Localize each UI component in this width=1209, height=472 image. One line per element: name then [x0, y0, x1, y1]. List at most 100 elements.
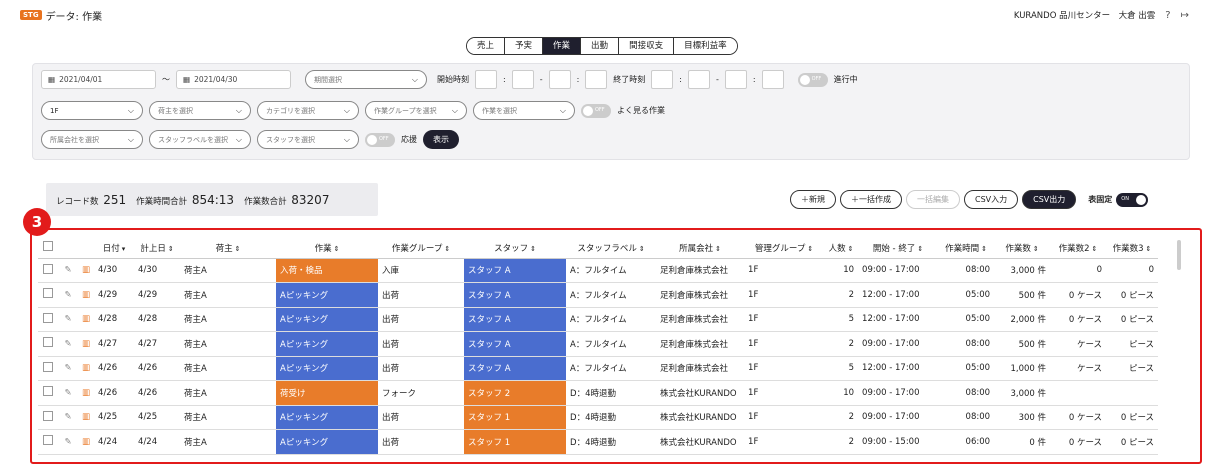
- company-select[interactable]: 所属会社を選択 ⌵: [41, 130, 143, 149]
- tab-attendance[interactable]: 出勤: [581, 38, 620, 54]
- logout-icon[interactable]: ↦: [1181, 10, 1189, 21]
- start-min-input[interactable]: [511, 70, 534, 89]
- period-select[interactable]: 期間選択 ⌵: [305, 70, 427, 89]
- floor-select[interactable]: 1F ⌵: [41, 101, 143, 120]
- table-row[interactable]: ✎ ▥ 4/28 4/28 荷主A Aピッキング 出荷 スタッフ A A：フルタイム 足利倉庫株式…: [38, 307, 1159, 332]
- tab-budget[interactable]: 予実: [505, 38, 544, 54]
- help-icon[interactable]: ?: [1165, 10, 1170, 21]
- csv-import-button[interactable]: CSV入力: [964, 190, 1019, 209]
- trash-icon[interactable]: ▥: [82, 314, 90, 324]
- trash-icon[interactable]: ▥: [82, 388, 90, 398]
- date-from-input[interactable]: ▦ 2021/04/01: [41, 70, 156, 89]
- tab-sales[interactable]: 売上: [467, 38, 506, 54]
- tab-work[interactable]: 作業: [543, 38, 582, 54]
- table-row[interactable]: ✎ ▥ 4/29 4/29 荷主A Aピッキング 出荷 スタッフ A A：フルタイム 足利倉庫株式…: [38, 282, 1159, 308]
- end-hour2-input[interactable]: [724, 70, 747, 89]
- edit-cell[interactable]: ✎: [58, 307, 78, 332]
- edit-icon[interactable]: ✎: [64, 437, 71, 447]
- edit-icon[interactable]: ✎: [64, 388, 71, 398]
- staff-label-select[interactable]: スタッフラベルを選択 ⌵: [149, 130, 251, 149]
- edit-icon[interactable]: ✎: [64, 363, 71, 373]
- table-row[interactable]: ✎ ▥ 4/30 4/30 荷主A 入荷・検品 入庫 スタッフ A A：フルタイム 足利倉庫株式会…: [38, 258, 1159, 283]
- end-min2-input[interactable]: [761, 70, 784, 89]
- row-checkbox[interactable]: [38, 331, 58, 357]
- edit-cell[interactable]: ✎: [58, 258, 78, 283]
- col-staff[interactable]: スタッフ ⇕: [464, 238, 567, 259]
- row-checkbox[interactable]: [38, 307, 58, 332]
- frequent-toggle[interactable]: OFF: [581, 103, 611, 118]
- col-shipper[interactable]: 荷主 ⇕: [180, 238, 277, 259]
- delete-cell[interactable]: ▥: [78, 282, 95, 308]
- edit-icon[interactable]: ✎: [64, 412, 71, 422]
- col-count2[interactable]: 作業数2 ⇕: [1050, 238, 1107, 259]
- edit-icon[interactable]: ✎: [64, 290, 71, 300]
- delete-cell[interactable]: ▥: [78, 307, 95, 332]
- tab-target[interactable]: 目標利益率: [674, 38, 737, 54]
- col-hours[interactable]: 作業時間 ⇕: [938, 238, 995, 259]
- col-count[interactable]: 作業数 ⇕: [994, 238, 1051, 259]
- tab-indirect[interactable]: 間接収支: [619, 38, 675, 54]
- trash-icon[interactable]: ▥: [82, 290, 90, 300]
- col-company[interactable]: 所属会社 ⇕: [656, 238, 745, 259]
- start-hour-input[interactable]: [475, 70, 497, 89]
- table-scrollbar[interactable]: [1177, 240, 1181, 270]
- end-min-input[interactable]: [688, 70, 710, 89]
- row-checkbox[interactable]: [38, 429, 58, 455]
- table-row[interactable]: ✎ ▥ 4/24 4/24 荷主A Aピッキング 出荷 スタッフ 1 D：4時退勤 株式会社KUR…: [38, 429, 1159, 455]
- table-row[interactable]: ✎ ▥ 4/26 4/26 荷主A Aピッキング 出荷 スタッフ A A：フルタイム 足利倉庫株式…: [38, 356, 1159, 381]
- table-row[interactable]: ✎ ▥ 4/27 4/27 荷主A Aピッキング 出荷 スタッフ A A：フルタイム 足利倉庫株式…: [38, 331, 1159, 357]
- col-staff-label[interactable]: スタッフラベル ⇕: [566, 238, 657, 259]
- new-button[interactable]: ＋新規: [790, 190, 836, 209]
- in-progress-toggle[interactable]: OFF: [797, 72, 828, 87]
- date-to-input[interactable]: ▦ 2021/04/30: [176, 70, 291, 89]
- row-checkbox[interactable]: [38, 380, 58, 406]
- edit-cell[interactable]: ✎: [58, 356, 78, 381]
- col-people[interactable]: 人数 ⇕: [824, 238, 859, 259]
- category-select[interactable]: カテゴリを選択 ⌵: [257, 101, 359, 120]
- delete-cell[interactable]: ▥: [78, 380, 95, 406]
- col-count3[interactable]: 作業数3 ⇕: [1106, 238, 1159, 259]
- edit-icon[interactable]: ✎: [64, 339, 71, 349]
- delete-cell[interactable]: ▥: [78, 331, 95, 357]
- row-checkbox[interactable]: [38, 405, 58, 430]
- shipper-select[interactable]: 荷主を選択 ⌵: [149, 101, 251, 120]
- row-checkbox[interactable]: [38, 356, 58, 381]
- col-mgmt-group[interactable]: 管理グループ ⇕: [744, 238, 825, 259]
- table-row[interactable]: ✎ ▥ 4/26 4/26 荷主A 荷受け フォーク スタッフ 2 D：4時退勤 株式会社KURA…: [38, 380, 1159, 406]
- work-select[interactable]: 作業を選択 ⌵: [473, 101, 575, 120]
- edit-icon[interactable]: ✎: [64, 314, 71, 324]
- csv-export-button[interactable]: CSV出力: [1022, 190, 1077, 209]
- edit-cell[interactable]: ✎: [58, 429, 78, 455]
- fixed-header-toggle[interactable]: ON: [1116, 192, 1149, 207]
- work-group-select[interactable]: 作業グループを選択 ⌵: [365, 101, 467, 120]
- col-date[interactable]: 日付 ▾: [94, 238, 135, 259]
- edit-cell[interactable]: ✎: [58, 380, 78, 406]
- end-hour-input[interactable]: [651, 70, 674, 89]
- delete-cell[interactable]: ▥: [78, 356, 95, 381]
- col-record-date[interactable]: 計上日 ⇕: [134, 238, 181, 259]
- row-checkbox[interactable]: [38, 282, 58, 308]
- start-hour2-input[interactable]: [548, 70, 571, 89]
- delete-cell[interactable]: ▥: [78, 429, 95, 455]
- col-time-range[interactable]: 開始 - 終了 ⇕: [858, 238, 939, 259]
- delete-cell[interactable]: ▥: [78, 405, 95, 430]
- table-row[interactable]: ✎ ▥ 4/25 4/25 荷主A Aピッキング 出荷 スタッフ 1 D：4時退勤 株式会社KUR…: [38, 405, 1159, 430]
- trash-icon[interactable]: ▥: [82, 363, 90, 373]
- staff-select[interactable]: スタッフを選択 ⌵: [257, 130, 359, 149]
- edit-cell[interactable]: ✎: [58, 405, 78, 430]
- edit-cell[interactable]: ✎: [58, 331, 78, 357]
- support-toggle[interactable]: OFF: [365, 132, 395, 147]
- row-checkbox[interactable]: [38, 258, 58, 283]
- start-min2-input[interactable]: [585, 70, 608, 89]
- col-work[interactable]: 作業 ⇕: [276, 238, 379, 259]
- delete-cell[interactable]: ▥: [78, 258, 95, 283]
- show-button[interactable]: 表示: [423, 130, 459, 149]
- edit-icon[interactable]: ✎: [64, 265, 71, 275]
- trash-icon[interactable]: ▥: [82, 437, 90, 447]
- trash-icon[interactable]: ▥: [82, 339, 90, 349]
- bulk-create-button[interactable]: ＋一括作成: [840, 190, 902, 209]
- col-work-group[interactable]: 作業グループ ⇕: [378, 238, 465, 259]
- select-all-checkbox[interactable]: [38, 238, 58, 259]
- trash-icon[interactable]: ▥: [82, 412, 90, 422]
- edit-cell[interactable]: ✎: [58, 282, 78, 308]
